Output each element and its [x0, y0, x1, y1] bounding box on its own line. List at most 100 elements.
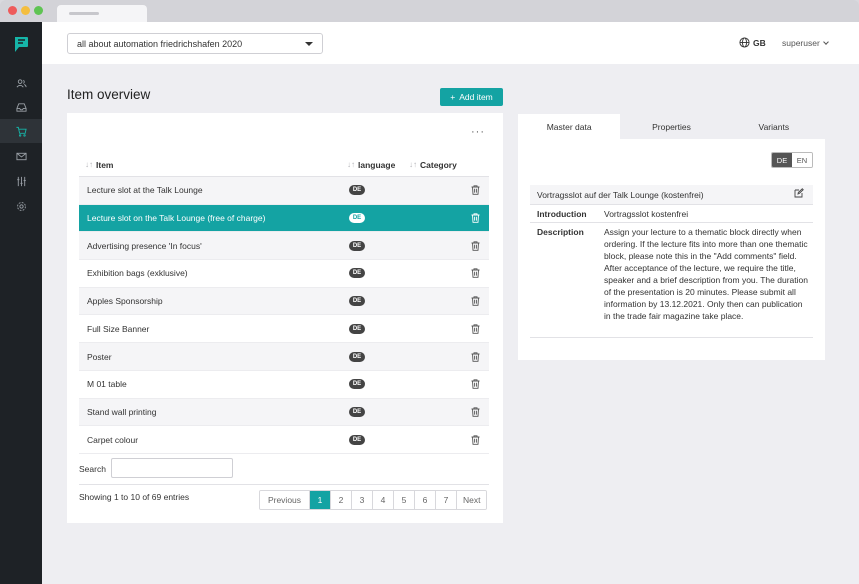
language-badge: DE [349, 379, 365, 390]
tab-master-data[interactable]: Master data [518, 114, 621, 139]
description-value: Assign your lecture to a thematic block … [604, 227, 808, 321]
item-name: Poster [87, 351, 112, 362]
chevron-down-icon [822, 38, 829, 45]
language-code: GB [753, 37, 766, 48]
items-card: ··· ↓↑ Item ↓↑ language ↓↑ Category Lecture… [67, 113, 503, 523]
item-name: Exhibition bags (exklusive) [87, 268, 188, 279]
pagination-page[interactable]: 7 [436, 491, 457, 509]
event-select-value: all about automation friedrichshafen 202… [77, 38, 243, 49]
logo-icon[interactable] [12, 35, 30, 55]
item-name: Lecture slot on the Talk Lounge (free of… [87, 213, 266, 224]
pagination: Previous 1 2 3 4 5 6 7 Next [259, 490, 488, 510]
sidebar-item-mail[interactable] [0, 144, 42, 168]
trash-icon[interactable] [471, 296, 480, 306]
sliders-icon [16, 176, 26, 186]
page-title: Item overview [67, 87, 151, 102]
item-name: Advertising presence 'In focus' [87, 240, 202, 251]
sidebar [0, 22, 42, 584]
table-row[interactable]: M 01 table DE [79, 371, 489, 399]
user-menu[interactable]: superuser [782, 38, 829, 48]
lang-option-en[interactable]: EN [792, 153, 812, 167]
table-header: ↓↑ Item ↓↑ language ↓↑ Category [79, 153, 489, 177]
browser-chrome [0, 0, 859, 22]
column-header-category[interactable]: ↓↑ Category [409, 160, 457, 170]
tab-properties[interactable]: Properties [620, 114, 722, 139]
trash-icon[interactable] [471, 213, 480, 223]
detail-panel: DE EN Vortragsslot auf der Talk Lounge (k… [518, 139, 825, 360]
mail-icon [15, 152, 27, 160]
trash-icon[interactable] [471, 268, 480, 279]
language-badge: DE [349, 406, 365, 417]
pagination-page[interactable]: 3 [352, 491, 373, 509]
language-badge: DE [349, 434, 365, 445]
add-item-label: Add item [459, 92, 493, 102]
sidebar-item-inbox[interactable] [0, 95, 42, 119]
more-options-button[interactable]: ··· [471, 126, 485, 138]
item-name: Full Size Banner [87, 323, 150, 334]
table-row[interactable]: Advertising presence 'In focus' DE [79, 232, 489, 261]
entries-info: Showing 1 to 10 of 69 entries [79, 492, 190, 502]
pagination-next[interactable]: Next [457, 491, 487, 509]
pagination-page[interactable]: 6 [415, 491, 436, 509]
trash-icon[interactable] [471, 324, 480, 334]
language-badge: DE [349, 351, 365, 362]
table-row[interactable]: Stand wall printing DE [79, 398, 489, 427]
item-name: Apples Sponsorship [87, 296, 163, 307]
inbox-icon [15, 102, 27, 112]
table-row[interactable]: Lecture slot on the Talk Lounge (free of… [79, 204, 489, 233]
pagination-previous[interactable]: Previous [260, 491, 310, 509]
table-row[interactable]: Full Size Banner DE [79, 316, 489, 344]
search-label: Search [79, 464, 106, 474]
window-close-dot[interactable] [8, 6, 17, 15]
lang-option-de[interactable]: DE [772, 153, 792, 167]
item-name: Carpet colour [87, 434, 139, 445]
pagination-page[interactable]: 4 [373, 491, 394, 509]
pagination-page[interactable]: 1 [310, 491, 331, 509]
trash-icon[interactable] [471, 407, 480, 417]
introduction-value: Vortragsslot kostenfrei [604, 209, 689, 219]
window-minimize-dot[interactable] [21, 6, 30, 15]
trash-icon[interactable] [471, 351, 480, 362]
item-name: M 01 table [87, 379, 127, 390]
trash-icon[interactable] [471, 379, 480, 389]
sidebar-item-cart[interactable] [0, 119, 42, 143]
table-row[interactable]: Lecture slot at the Talk Lounge DE [79, 177, 489, 205]
column-header-item[interactable]: ↓↑ Item [85, 160, 113, 170]
table-row[interactable]: Exhibition bags (exklusive) DE [79, 260, 489, 288]
top-bar: all about automation friedrichshafen 202… [42, 22, 859, 64]
table-row[interactable]: Carpet colour DE [79, 426, 489, 454]
content-language-toggle: DE EN [771, 152, 813, 168]
language-badge: DE [349, 268, 365, 279]
edit-icon[interactable] [794, 188, 804, 198]
table-row[interactable]: Apples Sponsorship DE [79, 287, 489, 316]
tab-variants[interactable]: Variants [723, 114, 825, 139]
settings-icon [16, 201, 26, 211]
table-row[interactable]: Poster DE [79, 343, 489, 371]
plus-icon: + [450, 92, 456, 102]
trash-icon[interactable] [471, 241, 480, 251]
sidebar-item-users[interactable] [0, 71, 42, 95]
trash-icon[interactable] [471, 434, 480, 445]
trash-icon[interactable] [471, 185, 480, 196]
add-item-button[interactable]: + Add item [440, 88, 503, 106]
column-header-language[interactable]: ↓↑ language [347, 160, 395, 170]
main-area: all about automation friedrichshafen 202… [42, 22, 859, 584]
sidebar-item-filters[interactable] [0, 169, 42, 193]
sort-icon: ↓↑ [85, 160, 93, 169]
browser-tab[interactable] [57, 5, 147, 22]
description-label: Description [537, 227, 584, 237]
globe-icon [739, 37, 750, 48]
caret-down-icon [305, 41, 313, 46]
language-badge: DE [349, 240, 365, 251]
pagination-page[interactable]: 5 [394, 491, 415, 509]
introduction-label: Introduction [537, 209, 587, 219]
item-name: Stand wall printing [87, 406, 157, 417]
language-badge: DE [349, 213, 365, 224]
event-select[interactable]: all about automation friedrichshafen 202… [67, 33, 323, 54]
window-maximize-dot[interactable] [34, 6, 43, 15]
pagination-page[interactable]: 2 [331, 491, 352, 509]
search-input[interactable] [111, 458, 233, 478]
sidebar-item-settings[interactable] [0, 194, 42, 218]
divider [79, 484, 489, 485]
language-switch[interactable]: GB [739, 37, 766, 48]
